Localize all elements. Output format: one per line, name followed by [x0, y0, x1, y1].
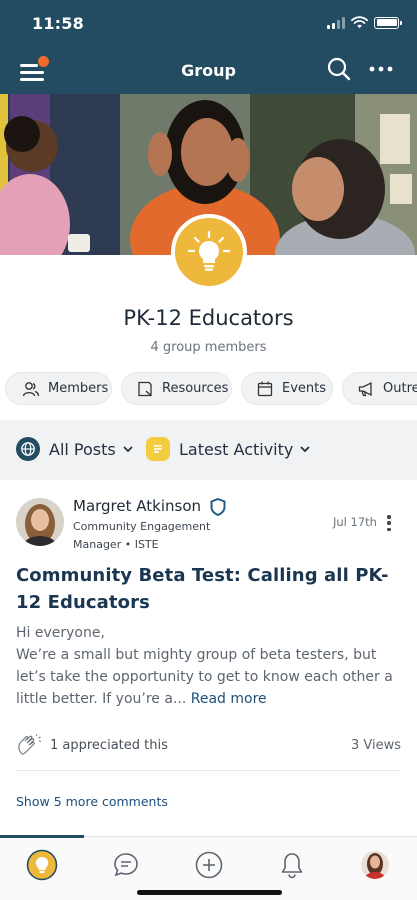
group-badge	[171, 214, 247, 290]
author-role: Community Engagement Manager • ISTE	[73, 520, 211, 551]
more-options-button[interactable]	[368, 56, 398, 84]
read-more-link[interactable]: Read more	[191, 691, 267, 707]
home-indicator[interactable]	[137, 890, 282, 895]
tab-resources-label: Resources	[162, 381, 229, 396]
wifi-icon	[351, 16, 368, 29]
tab-events[interactable]: Events	[241, 372, 333, 405]
signal-icon	[327, 16, 345, 29]
resources-icon	[136, 380, 154, 398]
group-name: PK-12 Educators	[123, 306, 294, 330]
author-avatar[interactable]	[16, 498, 64, 546]
post-card[interactable]: Margret Atkinson Community Engagement Ma…	[0, 480, 417, 836]
megaphone-icon	[357, 380, 375, 398]
tab-members[interactable]: Members	[5, 372, 112, 405]
author-name[interactable]: Margret Atkinson	[73, 497, 201, 515]
status-time: 11:58	[32, 14, 84, 33]
post-greeting: Hi everyone,	[16, 625, 105, 641]
group-member-count[interactable]: 4 group members	[0, 340, 417, 355]
globe-icon	[16, 437, 40, 461]
tab-events-label: Events	[282, 381, 327, 396]
battery-icon	[374, 16, 402, 29]
add-icon	[195, 851, 223, 879]
tab-outreach[interactable]: Outrea	[342, 372, 417, 405]
feed-filter-bar: All Posts Latest Activity	[0, 420, 417, 480]
profile-avatar-icon	[361, 851, 389, 879]
nav-group-home[interactable]	[22, 847, 62, 883]
post-excerpt: We’re a small but mighty group of beta t…	[16, 644, 401, 710]
bell-icon	[281, 853, 303, 879]
members-icon	[22, 380, 40, 398]
page-title: Group	[181, 61, 236, 80]
post-date: Jul 17th	[333, 515, 377, 529]
nav-bar: Group	[0, 46, 417, 94]
status-bar: 11:58	[0, 0, 417, 46]
chevron-down-icon	[300, 445, 311, 452]
show-more-comments-link[interactable]: Show 5 more comments	[16, 794, 168, 809]
chevron-down-icon	[123, 445, 133, 452]
search-icon	[327, 57, 351, 81]
latest-activity-label: Latest Activity	[179, 439, 294, 459]
chat-icon	[114, 853, 138, 877]
latest-activity-sort[interactable]: Latest Activity	[146, 437, 311, 461]
post-divider	[16, 770, 401, 771]
nav-notifications[interactable]	[272, 847, 312, 883]
group-tabs: Members Resources Events Outrea	[0, 372, 417, 406]
activity-icon	[146, 437, 170, 461]
post-options-button[interactable]	[381, 513, 397, 533]
nav-chat[interactable]	[106, 847, 146, 883]
active-tab-indicator	[0, 835, 84, 838]
calendar-icon	[256, 380, 274, 398]
appreciate-button[interactable]: 1 appreciated this	[16, 734, 168, 756]
all-posts-filter[interactable]: All Posts	[16, 437, 133, 461]
nav-add[interactable]	[189, 847, 229, 883]
nav-profile[interactable]	[355, 847, 395, 883]
search-button[interactable]	[326, 56, 354, 84]
lightbulb-icon	[187, 230, 231, 271]
tab-outreach-label: Outrea	[383, 381, 417, 396]
app-header: 11:58 Group	[0, 0, 417, 94]
tab-resources[interactable]: Resources	[121, 372, 232, 405]
all-posts-label: All Posts	[49, 439, 116, 459]
post-body: Hi everyone, We’re a small but mighty gr…	[16, 622, 401, 710]
tab-members-label: Members	[48, 381, 109, 396]
more-horizontal-icon	[369, 66, 393, 72]
verified-badge-icon	[210, 498, 226, 516]
status-icons	[327, 16, 402, 29]
group-lightbulb-icon	[26, 849, 58, 881]
clap-icon	[18, 734, 42, 755]
view-count: 3 Views	[350, 738, 401, 753]
post-title[interactable]: Community Beta Test: Calling all PK-12 E…	[16, 562, 406, 616]
appreciation-count: 1 appreciated this	[50, 737, 168, 753]
